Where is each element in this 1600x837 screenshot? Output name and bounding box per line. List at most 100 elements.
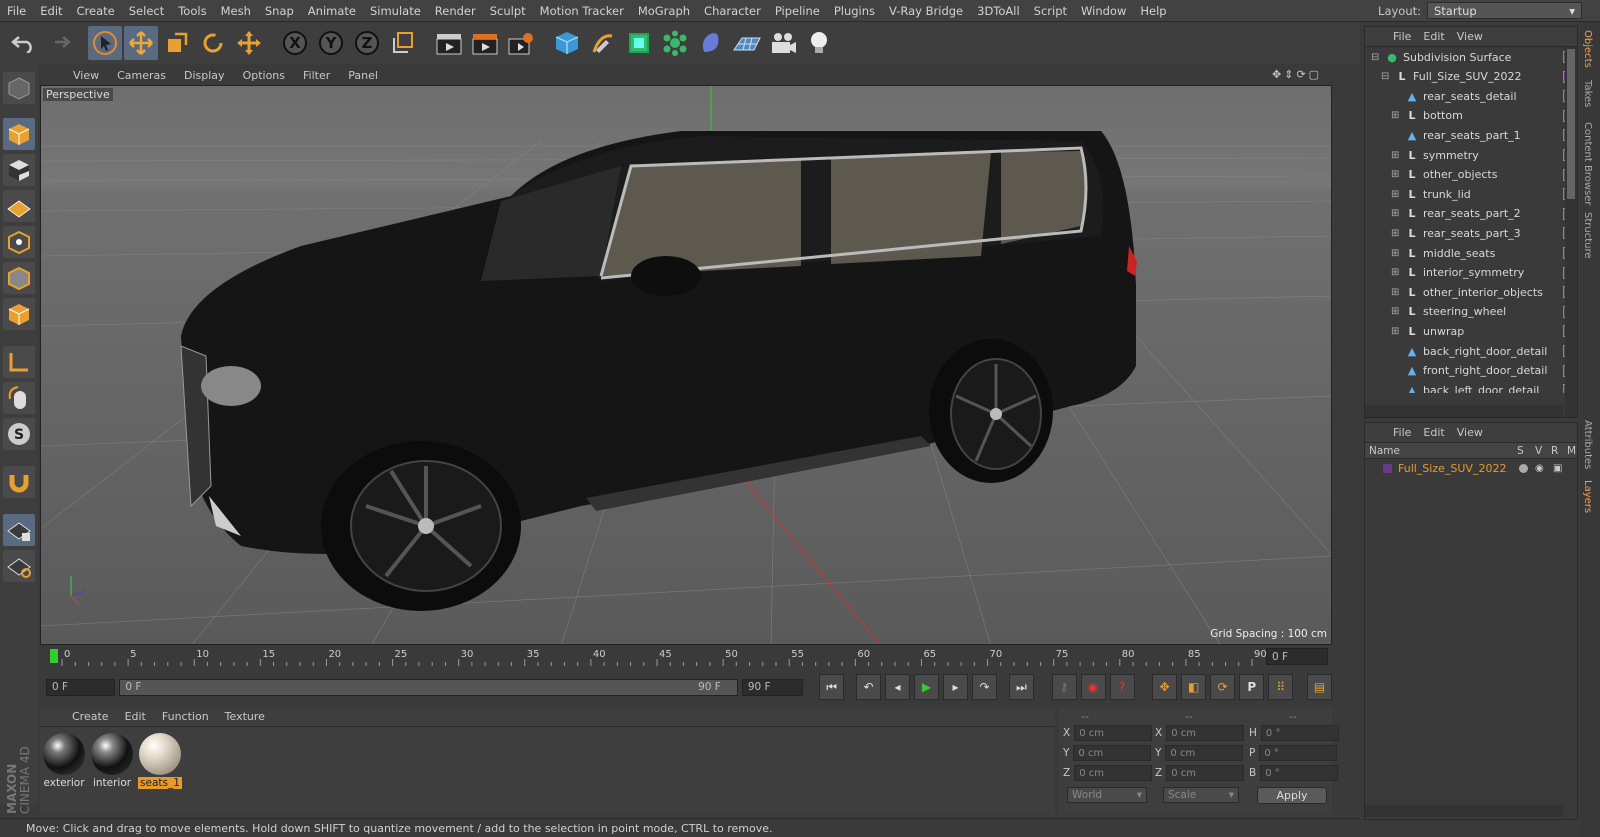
y-axis-button[interactable]: Y xyxy=(314,26,348,60)
object-row-symmetry[interactable]: ⊞ Lsymmetry xyxy=(1365,145,1575,165)
x-axis-button[interactable]: X xyxy=(278,26,312,60)
keyframe-selection-button[interactable]: ⚷ xyxy=(1051,674,1077,700)
layer-menu-edit[interactable]: Edit xyxy=(1417,426,1450,439)
redo-button[interactable] xyxy=(42,26,76,60)
max-frame-field[interactable]: 90 F xyxy=(741,678,804,696)
viewport[interactable]: Perspective Grid Spacing : 100 cm xyxy=(40,85,1332,645)
auto-key-button[interactable]: ? xyxy=(1109,674,1135,700)
next-key-button[interactable]: ↷ xyxy=(972,674,998,700)
apply-button[interactable]: Apply xyxy=(1257,787,1327,804)
layer-menu-view[interactable]: View xyxy=(1451,426,1489,439)
pan-icon[interactable]: ✥ xyxy=(1272,68,1281,81)
material-swatch-exterior[interactable]: exterior xyxy=(42,733,86,791)
object-row-back-left-door-detail[interactable]: ▲ back_left_door_detail xyxy=(1365,380,1575,393)
object-menu-view[interactable]: View xyxy=(1451,30,1489,43)
menu-sculpt[interactable]: Sculpt xyxy=(483,4,533,18)
layer-row[interactable]: Full_Size_SUV_2022 ◉ ▣ xyxy=(1365,459,1577,477)
right-tab-attributes[interactable]: Attributes xyxy=(1582,420,1593,469)
workplane-button[interactable] xyxy=(3,190,35,222)
move-tool-button[interactable] xyxy=(124,26,158,60)
z-axis-button[interactable]: Z xyxy=(350,26,384,60)
menu-motion-tracker[interactable]: Motion Tracker xyxy=(533,4,631,18)
menu-file[interactable]: File xyxy=(0,4,33,18)
coord-y-field[interactable]: 0 cm xyxy=(1073,745,1152,761)
dolly-icon[interactable]: ⇕ xyxy=(1284,68,1293,81)
coord-h-field[interactable]: 0 ° xyxy=(1260,725,1339,741)
prev-key-button[interactable]: ↶ xyxy=(856,674,882,700)
object-row-front-right-door-detail[interactable]: ▲ front_right_door_detail xyxy=(1365,361,1575,381)
object-row-rear-seats-part-2[interactable]: ⊞ Lrear_seats_part_2 xyxy=(1365,204,1575,224)
object-row-trunk-lid[interactable]: ⊞ Ltrunk_lid xyxy=(1365,184,1575,204)
expand-toggle-icon[interactable]: ⊞ xyxy=(1391,326,1401,337)
menu-snap[interactable]: Snap xyxy=(258,4,301,18)
prev-frame-button[interactable]: ◂ xyxy=(885,674,911,700)
orbit-icon[interactable]: ⟳ xyxy=(1296,68,1305,81)
timeline-ruler[interactable]: 0 5 10 15 20 25 30 35 40 45 50 55 60 65 70 75 80 85 90 0 F xyxy=(40,647,1332,667)
expand-toggle-icon[interactable]: ⊞ xyxy=(1391,267,1401,278)
layer-menu-file[interactable]: File xyxy=(1387,426,1417,439)
material-swatch-interior[interactable]: interior xyxy=(90,733,134,791)
object-menu-edit[interactable]: Edit xyxy=(1417,30,1450,43)
key-pla-button[interactable]: ⠿ xyxy=(1268,674,1294,700)
key-position-button[interactable]: ✥ xyxy=(1152,674,1178,700)
subdivision-button[interactable] xyxy=(622,26,656,60)
menu-animate[interactable]: Animate xyxy=(301,4,363,18)
timeline-window-button[interactable]: ▤ xyxy=(1306,674,1332,700)
coord-space-select[interactable]: World ▾ xyxy=(1067,787,1147,803)
viewport-menu-view[interactable]: View xyxy=(64,69,108,82)
edges-mode-button[interactable] xyxy=(3,262,35,294)
viewport-menu-options[interactable]: Options xyxy=(234,69,294,82)
object-row-rear-seats-detail[interactable]: ▲ rear_seats_detail xyxy=(1365,86,1575,106)
rotate-tool-button[interactable] xyxy=(196,26,230,60)
record-button[interactable]: ◉ xyxy=(1080,674,1106,700)
playhead[interactable] xyxy=(50,649,58,663)
viewport-menu-panel[interactable]: Panel xyxy=(339,69,387,82)
expand-toggle-icon[interactable]: ⊞ xyxy=(1391,228,1401,239)
eye-icon[interactable]: ◉ xyxy=(1535,463,1544,474)
tweak-mode-button[interactable] xyxy=(3,382,35,414)
go-to-start-button[interactable]: ⏮ xyxy=(819,674,845,700)
next-frame-button[interactable]: ▸ xyxy=(943,674,969,700)
right-tab-structure[interactable]: Structure xyxy=(1582,212,1593,259)
deformer-button[interactable] xyxy=(694,26,728,60)
menu-plugins[interactable]: Plugins xyxy=(827,4,882,18)
menu-script[interactable]: Script xyxy=(1027,4,1074,18)
expand-toggle-icon[interactable]: ⊞ xyxy=(1391,306,1401,317)
menu-pipeline[interactable]: Pipeline xyxy=(768,4,827,18)
polygons-mode-button[interactable] xyxy=(3,298,35,330)
right-tab-layers[interactable]: Layers xyxy=(1582,480,1593,513)
object-row-rear-seats-part-1[interactable]: ▲ rear_seats_part_1 xyxy=(1365,125,1575,145)
coord-z-field[interactable]: 0 cm xyxy=(1166,765,1245,781)
expand-toggle-icon[interactable]: ⊞ xyxy=(1391,169,1401,180)
key-parameter-button[interactable]: P xyxy=(1239,674,1265,700)
render-settings-button[interactable] xyxy=(504,26,538,60)
object-row-unwrap[interactable]: ⊞ Lunwrap xyxy=(1365,321,1575,341)
material-menu-function[interactable]: Function xyxy=(154,710,217,723)
right-tab-takes[interactable]: Takes xyxy=(1582,80,1593,107)
menu-create[interactable]: Create xyxy=(70,4,122,18)
coord-y-field[interactable]: 0 cm xyxy=(1165,745,1244,761)
expand-toggle-icon[interactable]: ⊟ xyxy=(1381,71,1391,82)
expand-toggle-icon[interactable]: ⊞ xyxy=(1391,248,1401,259)
menu-window[interactable]: Window xyxy=(1074,4,1133,18)
coord-x-field[interactable]: 0 cm xyxy=(1074,725,1153,741)
magnet-button[interactable] xyxy=(3,466,35,498)
coord-z-field[interactable]: 0 cm xyxy=(1074,765,1153,781)
current-frame-field[interactable]: 0 F xyxy=(46,678,116,696)
object-row-steering-wheel[interactable]: ⊞ Lsteering_wheel xyxy=(1365,302,1575,322)
render-view-button[interactable] xyxy=(432,26,466,60)
go-to-end-button[interactable]: ⏭ xyxy=(1008,674,1034,700)
object-row-other-objects[interactable]: ⊞ Lother_objects xyxy=(1365,165,1575,185)
floor-button[interactable] xyxy=(730,26,764,60)
key-scale-button[interactable]: ◧ xyxy=(1181,674,1207,700)
menu-v-ray-bridge[interactable]: V-Ray Bridge xyxy=(882,4,970,18)
object-row-full-size-suv-2022[interactable]: ⊟ L Full_Size_SUV_2022 xyxy=(1365,67,1575,87)
viewport-menu-filter[interactable]: Filter xyxy=(294,69,339,82)
object-row-subdivision-surface[interactable]: ⊟ ● Subdivision Surface xyxy=(1365,47,1575,67)
object-row-middle-seats[interactable]: ⊞ Lmiddle_seats xyxy=(1365,243,1575,263)
expand-toggle-icon[interactable]: ⊞ xyxy=(1391,287,1401,298)
object-row-rear-seats-part-3[interactable]: ⊞ Lrear_seats_part_3 xyxy=(1365,223,1575,243)
play-button[interactable]: ▶ xyxy=(914,674,940,700)
light-button[interactable] xyxy=(802,26,836,60)
axis-mode-button[interactable] xyxy=(3,346,35,378)
